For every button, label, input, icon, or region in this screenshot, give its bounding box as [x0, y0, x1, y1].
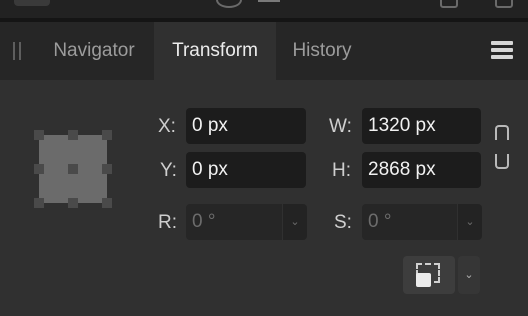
anchor-selector-icon[interactable] [34, 130, 112, 208]
width-field[interactable]: 1320 px [362, 108, 481, 144]
anchor-center[interactable] [68, 164, 78, 174]
anchor-bottom-center[interactable] [68, 198, 78, 208]
tab-transform[interactable]: Transform [154, 22, 276, 80]
anchor-bottom-left[interactable] [34, 198, 44, 208]
toolbar-icon[interactable] [440, 0, 458, 8]
w-label: W: [329, 116, 352, 137]
shear-label: S: [334, 212, 352, 233]
anchor-top-right[interactable] [102, 130, 112, 140]
panel-grip-icon[interactable] [13, 42, 21, 60]
anchor-bottom-right[interactable] [102, 198, 112, 208]
anchor-top-center[interactable] [68, 130, 78, 140]
toolbar-icon[interactable] [258, 0, 280, 2]
tab-navigator[interactable]: Navigator [35, 22, 153, 80]
x-label: X: [158, 116, 176, 137]
h-label: H: [332, 160, 351, 181]
filled-square-icon [416, 273, 431, 287]
link-icon[interactable] [492, 125, 512, 171]
toolbar-circle-icon[interactable] [216, 0, 242, 8]
toolbar-button[interactable] [14, 0, 50, 6]
y-field[interactable]: 0 px [186, 152, 306, 188]
shear-dropdown-chevron-icon[interactable]: ⌄ [457, 204, 482, 240]
transform-origin-button[interactable] [403, 256, 455, 294]
height-field[interactable]: 2868 px [362, 152, 481, 188]
transform-options-chevron-icon[interactable]: ⌄ [458, 256, 480, 294]
anchor-middle-left[interactable] [34, 164, 44, 174]
top-toolbar-strip [0, 0, 528, 18]
tab-history[interactable]: History [277, 22, 367, 80]
x-field[interactable]: 0 px [186, 108, 306, 144]
anchor-top-left[interactable] [34, 130, 44, 140]
y-label: Y: [160, 160, 177, 181]
rotation-dropdown-chevron-icon[interactable]: ⌄ [282, 204, 307, 240]
anchor-middle-right[interactable] [102, 164, 112, 174]
shear-field[interactable]: 0 ° [362, 204, 457, 240]
rotation-label: R: [158, 212, 177, 233]
rotation-field[interactable]: 0 ° [186, 204, 282, 240]
hamburger-icon[interactable] [491, 41, 513, 59]
toolbar-icon[interactable] [495, 0, 513, 8]
